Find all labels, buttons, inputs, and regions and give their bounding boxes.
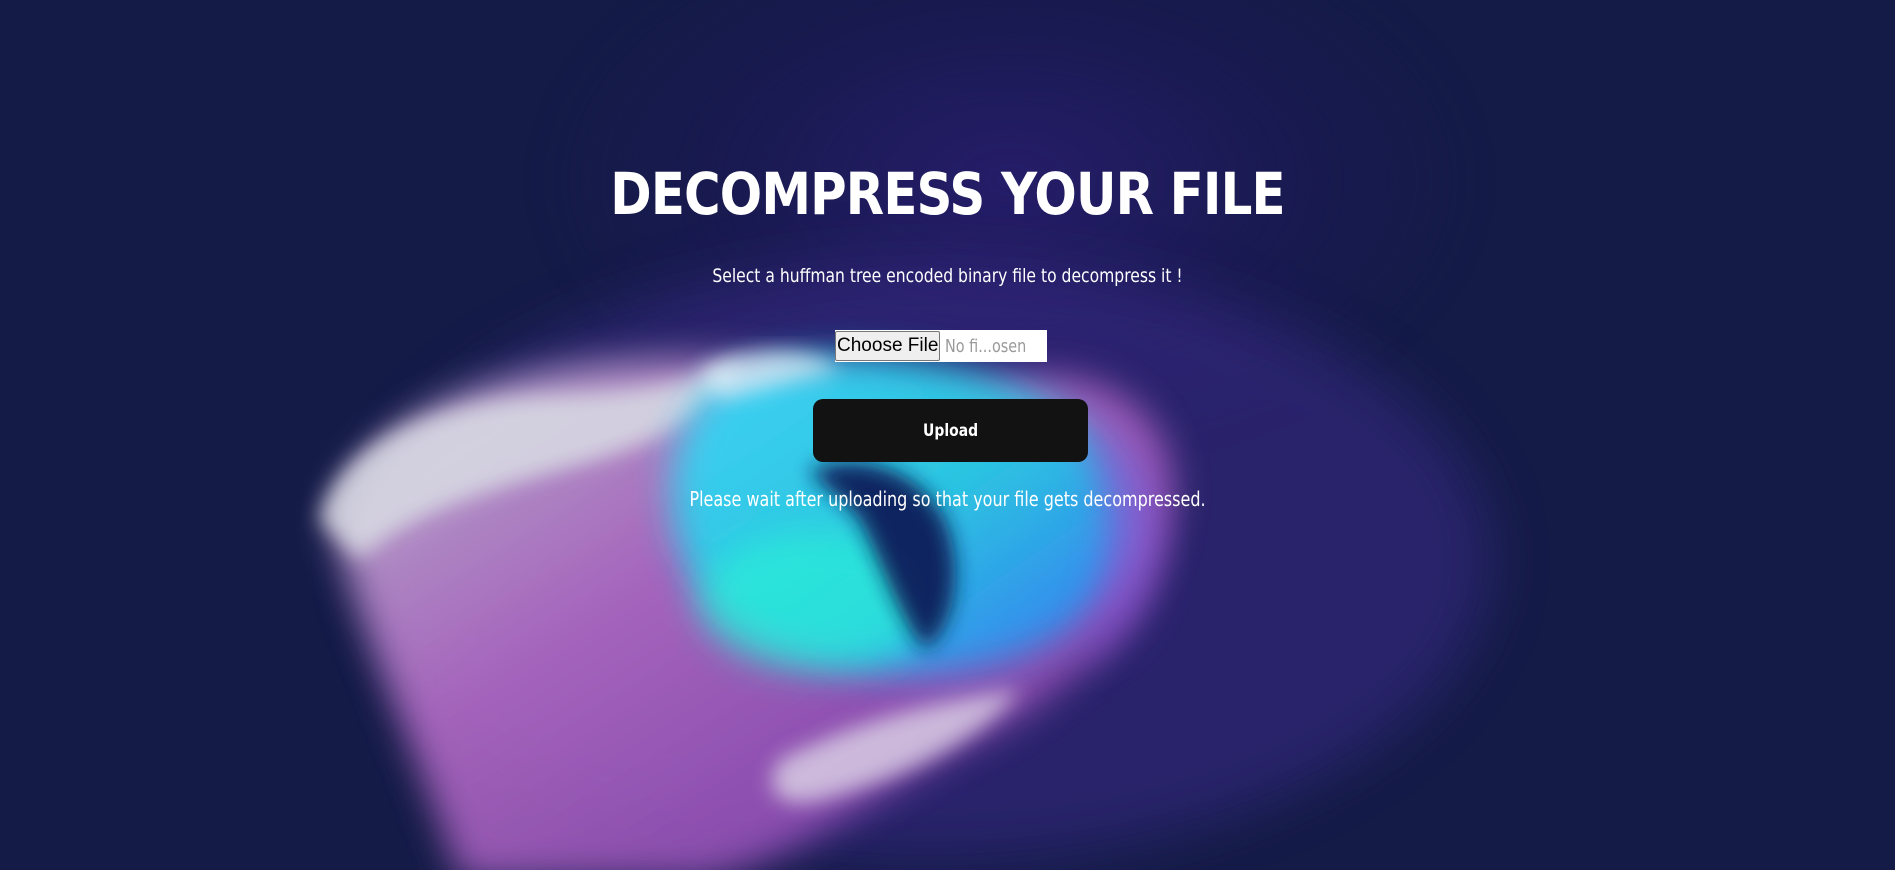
wait-note: Please wait after uploading so that your… — [689, 487, 1206, 511]
file-input[interactable]: Choose File No fi...osen — [835, 330, 1047, 362]
upload-button-label: Upload — [922, 420, 979, 441]
upload-button[interactable]: Upload — [813, 399, 1088, 462]
page-subtitle: Select a huffman tree encoded binary fil… — [712, 265, 1183, 287]
choose-file-button[interactable]: Choose File — [835, 331, 941, 361]
upload-panel: DECOMPRESS YOUR FILE Select a huffman tr… — [0, 0, 1895, 870]
file-status-text: No fi...osen — [945, 335, 1027, 357]
page-title: DECOMPRESS YOUR FILE — [610, 160, 1285, 228]
page-background: DECOMPRESS YOUR FILE Select a huffman tr… — [0, 0, 1895, 870]
